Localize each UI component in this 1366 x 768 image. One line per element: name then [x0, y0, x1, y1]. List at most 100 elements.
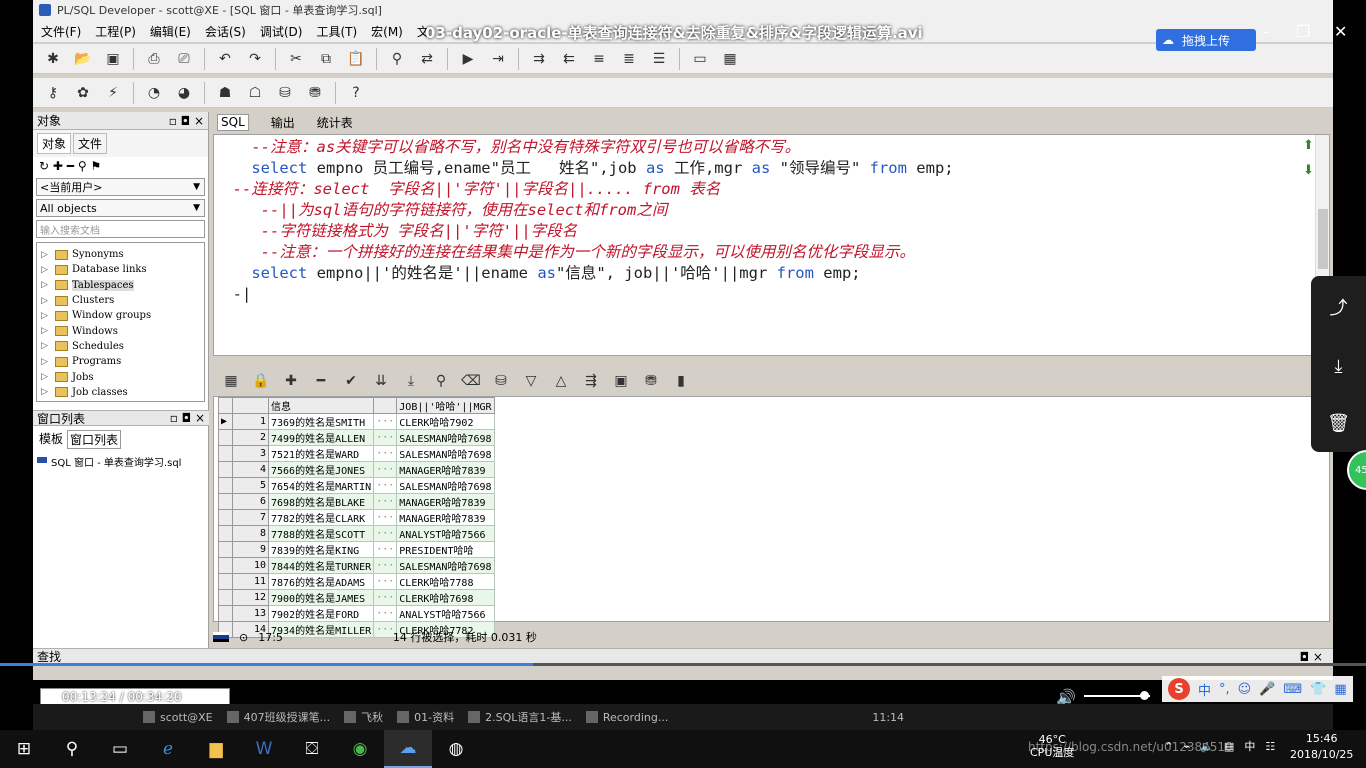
cell-info[interactable]: 7566的姓名是JONES [267, 461, 375, 478]
edge-icon[interactable]: ℯ [144, 730, 192, 768]
inner-task[interactable]: 2.SQL语言1-基... [468, 709, 572, 725]
cell-job-mgr[interactable]: CLERK哈哈7902 [396, 413, 495, 430]
lock-icon[interactable]: 🔒 [251, 371, 271, 391]
menu-project[interactable]: 工程(P) [95, 23, 136, 40]
tab-window-list[interactable]: 窗口列表 [67, 430, 122, 449]
cell-job-mgr[interactable]: ANALYST哈哈7566 [396, 605, 495, 622]
tab-objects[interactable]: 对象 [37, 133, 72, 154]
tray-lang[interactable]: 中 [1244, 738, 1255, 754]
cell-info[interactable]: 7900的姓名是JAMES [267, 589, 375, 606]
cell-editor-button[interactable]: ··· [373, 493, 398, 510]
next-icon[interactable]: ▽ [521, 371, 541, 391]
prev-icon[interactable]: △ [551, 371, 571, 391]
cell-job-mgr[interactable]: SALESMAN哈哈7698 [396, 445, 495, 462]
undo-icon[interactable]: ↶ [215, 49, 235, 69]
open-icon[interactable]: 📂 [73, 49, 93, 69]
menu-macro[interactable]: 宏(M) [371, 23, 403, 40]
user-select[interactable]: <当前用户> ▼ [36, 178, 205, 196]
sql-editor[interactable]: --注意：as关键字可以省略不写，别名中没有特殊字符双引号也可以省略不写。 se… [213, 134, 1330, 356]
commit-icon[interactable]: ☗ [215, 83, 235, 103]
replace-icon[interactable]: ⇄ [417, 49, 437, 69]
cut-icon[interactable]: ✂ [286, 49, 306, 69]
menu-session[interactable]: 会话(S) [205, 23, 246, 40]
panel-controls-icon[interactable]: ▫ ◘ × [170, 411, 205, 425]
redo-icon[interactable]: ↷ [245, 49, 265, 69]
execute-icon[interactable]: ▶ [458, 49, 478, 69]
cell-job-mgr[interactable]: SALESMAN哈哈7698 [396, 429, 495, 446]
query-icon[interactable]: ⛁ [491, 371, 511, 391]
cell-job-mgr[interactable]: CLERK哈哈7698 [396, 589, 495, 606]
expand-icon[interactable]: ▷ [41, 326, 51, 336]
add-icon[interactable]: ✚ [53, 159, 63, 173]
cell-info[interactable]: 7902的姓名是FORD [267, 605, 375, 622]
speaker-icon[interactable]: 🔈 [1200, 740, 1214, 753]
inner-task[interactable]: 407班级授课笔... [226, 709, 330, 725]
column-header[interactable]: JOB||'哈哈'||MGR [396, 397, 495, 414]
refresh-icon[interactable]: ↻ [39, 159, 49, 173]
remove-icon[interactable]: ━ [67, 159, 74, 173]
cell-editor-button[interactable]: ··· [373, 573, 398, 590]
tree-item[interactable]: ▷ Tablespaces [37, 278, 204, 293]
delete-icon[interactable]: 🗑 [1327, 413, 1350, 434]
scrollbar-thumb[interactable] [1318, 209, 1328, 269]
menu-debug[interactable]: 调试(D) [260, 23, 303, 40]
copy-icon[interactable]: ⧉ [316, 49, 336, 69]
tab-statistics[interactable]: 统计表 [317, 114, 353, 131]
cell-editor-button[interactable]: ··· [373, 413, 398, 430]
sogou-icon[interactable]: S [1168, 678, 1190, 700]
export-data-icon[interactable]: ⇶ [581, 371, 601, 391]
print-icon[interactable]: ⎙ [144, 49, 164, 69]
fetch-all-icon[interactable]: ⤓ [401, 371, 421, 391]
table-row[interactable]: 7 7782的姓名是CLARK ··· MANAGER哈哈7839 [218, 509, 495, 526]
uncomment-icon[interactable]: ≣ [619, 49, 639, 69]
settings-icon[interactable]: ✿ [73, 83, 93, 103]
inner-task[interactable]: scott@XE [143, 711, 213, 724]
add-row-icon[interactable]: ✚ [281, 371, 301, 391]
cell-editor-button[interactable]: ··· [373, 605, 398, 622]
save-icon[interactable]: ▣ [103, 49, 123, 69]
indent-icon[interactable]: ⇉ [529, 49, 549, 69]
punct-icon[interactable]: °, [1219, 682, 1230, 697]
skin-icon[interactable]: 👕 [1310, 682, 1326, 697]
notification-icon[interactable]: ☷ [1265, 740, 1275, 753]
key-icon[interactable]: ⚷ [43, 83, 63, 103]
expand-icon[interactable]: ▷ [41, 296, 51, 306]
up-arrow-icon[interactable]: ⌃ [1164, 740, 1173, 753]
input-display-icon[interactable]: ▤ [1224, 740, 1234, 753]
save-icon[interactable]: ▣ [611, 371, 631, 391]
cell-info[interactable]: 7782的姓名是CLARK [267, 509, 375, 526]
check-icon[interactable]: ✔ [341, 371, 361, 391]
cell-info[interactable]: 7654的姓名是MARTIN [267, 477, 375, 494]
find-icon[interactable]: ⚲ [387, 49, 407, 69]
table-row[interactable]: 10 7844的姓名是TURNER ··· SALESMAN哈哈7698 [218, 557, 495, 574]
window-icon[interactable]: ▭ [690, 49, 710, 69]
search-icon[interactable]: ⚲ [48, 730, 96, 768]
find-icon[interactable]: ⚲ [431, 371, 451, 391]
explain-icon[interactable]: ⛃ [305, 83, 325, 103]
clear-icon[interactable]: ⌫ [461, 371, 481, 391]
print-preview-icon[interactable]: ⎚ [174, 49, 194, 69]
window-list-item[interactable]: SQL 窗口 - 单表查询学习.sql [37, 454, 181, 469]
arrow-down-icon[interactable]: ⬇ [1303, 163, 1314, 178]
print-icon[interactable]: ⛃ [641, 371, 661, 391]
cell-job-mgr[interactable]: CLERK哈哈7788 [396, 573, 495, 590]
format-icon[interactable]: ☰ [649, 49, 669, 69]
share-icon[interactable]: ⤴ [1330, 294, 1348, 320]
cell-editor-button[interactable]: ··· [373, 557, 398, 574]
expand-icon[interactable]: ▷ [41, 372, 51, 382]
chart-icon[interactable]: ▮ [671, 371, 691, 391]
minimize-icon[interactable]: – [1262, 22, 1270, 41]
expand-icon[interactable]: ▷ [41, 280, 51, 290]
expand-icon[interactable]: ▷ [41, 357, 51, 367]
tab-output[interactable]: 输出 [271, 114, 295, 131]
tree-item[interactable]: ▷ Window groups [37, 308, 204, 323]
table-row[interactable]: 9 7839的姓名是KING ··· PRESIDENT哈哈 [218, 541, 495, 558]
close-icon[interactable]: ✕ [1334, 22, 1347, 41]
inner-task[interactable]: 01-资料 [397, 709, 454, 725]
table-row[interactable]: 5 7654的姓名是MARTIN ··· SALESMAN哈哈7698 [218, 477, 495, 494]
cell-editor-button[interactable]: ··· [373, 589, 398, 606]
upload-button[interactable]: ☁ 拖拽上传 [1156, 29, 1256, 51]
table-row[interactable]: 2 7499的姓名是ALLEN ··· SALESMAN哈哈7698 [218, 429, 495, 446]
fetch-next-icon[interactable]: ⇊ [371, 371, 391, 391]
tree-item[interactable]: ▷ Database links [37, 262, 204, 277]
